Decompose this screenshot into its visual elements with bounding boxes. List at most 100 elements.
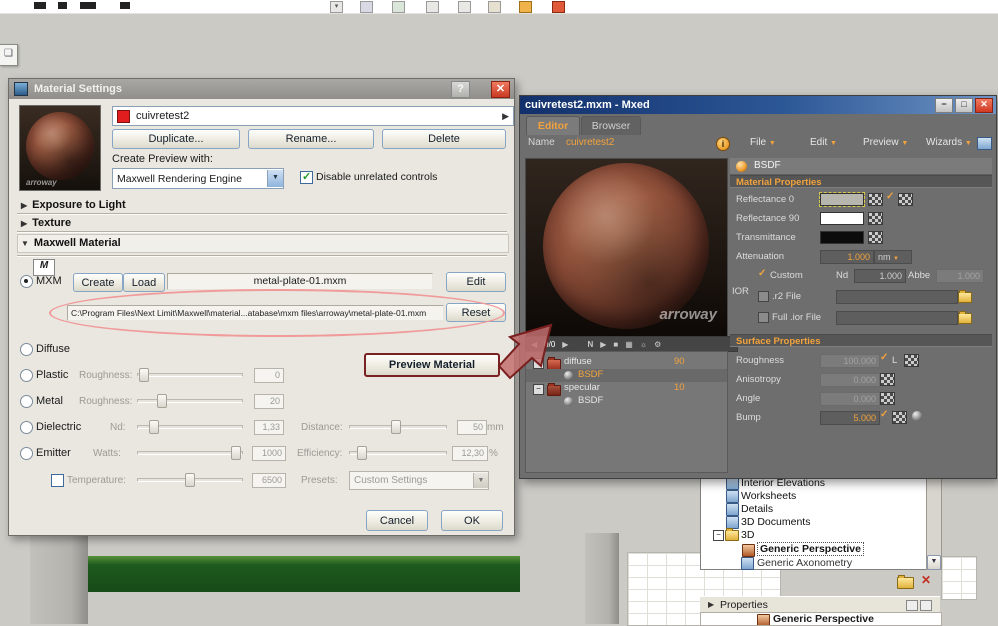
play-icon[interactable]: ▶	[600, 340, 606, 349]
r2-file-checkbox[interactable]	[758, 291, 769, 302]
check-icon[interactable]: ✓	[758, 268, 766, 279]
r2-file-field[interactable]	[836, 290, 958, 304]
light-icon[interactable]: ☼	[640, 340, 647, 349]
minimize-icon[interactable]: −	[935, 97, 953, 113]
tool-icon[interactable]	[458, 1, 471, 13]
orange-tool-icon[interactable]	[519, 1, 532, 13]
scroll-down-icon[interactable]: ▼	[927, 555, 941, 570]
layer-row-bsdf-selected[interactable]: BSDF	[526, 369, 727, 382]
cube-tool-icon[interactable]	[360, 1, 373, 13]
engine-dropdown[interactable]: Maxwell Rendering Engine ▼	[112, 168, 284, 189]
edit-button[interactable]: Edit	[446, 272, 506, 292]
red-tool-icon[interactable]	[552, 1, 565, 13]
presets-dropdown[interactable]: Custom Settings ▼	[349, 471, 489, 490]
texture-slot-icon[interactable]	[892, 411, 907, 424]
anisotropy-value[interactable]: 0.000	[820, 373, 880, 387]
settings-gear-icon[interactable]: ⚙	[654, 340, 661, 349]
ok-button[interactable]: OK	[441, 510, 503, 531]
create-button[interactable]: Create	[73, 273, 123, 292]
menu-preview[interactable]: Preview ▼	[863, 137, 908, 148]
temperature-slider[interactable]	[137, 472, 243, 487]
nav-item-generic-perspective[interactable]: Generic Perspective	[742, 542, 864, 557]
mxm-radio[interactable]	[20, 275, 33, 288]
mxm-path-box[interactable]: C:\Program Files\Next Limit\Maxwell\mate…	[67, 305, 444, 321]
browse-folder-icon[interactable]	[958, 290, 972, 303]
menu-file[interactable]: File ▼	[750, 137, 776, 148]
stop-icon[interactable]: ■	[613, 340, 618, 349]
slider-thumb[interactable]	[139, 368, 149, 382]
help-icon[interactable]: ?	[451, 81, 470, 98]
tab-editor[interactable]: Editor	[526, 116, 580, 135]
panel-icon[interactable]	[920, 600, 932, 611]
slider-thumb[interactable]	[149, 420, 159, 434]
metal-value[interactable]: 20	[254, 394, 284, 409]
full-ior-checkbox[interactable]	[758, 312, 769, 323]
next-frame-icon[interactable]: ▶	[562, 340, 568, 349]
menu-edit[interactable]: Edit ▼	[810, 137, 837, 148]
mxm-file-box[interactable]: metal-plate-01.mxm	[167, 273, 433, 290]
prev-frame-icon[interactable]: ◀	[531, 340, 537, 349]
distance-value[interactable]: 50	[457, 420, 487, 435]
emitter-radio[interactable]	[20, 447, 33, 460]
duplicate-button[interactable]: Duplicate...	[112, 129, 240, 149]
window-tool-icon[interactable]: ▾	[330, 1, 343, 13]
section-exposure[interactable]: ▶ Exposure to Light	[21, 199, 126, 211]
reflectance90-swatch[interactable]	[820, 212, 864, 225]
cancel-button[interactable]: Cancel	[366, 510, 428, 531]
plastic-roughness-slider[interactable]	[137, 367, 243, 382]
texture-slot-icon[interactable]	[904, 354, 919, 367]
nd-value[interactable]: 1,33	[254, 420, 284, 435]
slider-thumb[interactable]	[231, 446, 241, 460]
collapse-icon[interactable]: −	[533, 358, 544, 369]
check-icon[interactable]: ✓	[880, 352, 888, 363]
temperature-value[interactable]: 6500	[252, 473, 286, 488]
nav-item-generic-axonometry[interactable]: Generic Axonometry	[741, 557, 852, 570]
chevron-down-icon[interactable]: ▼	[473, 473, 488, 488]
save-icon[interactable]	[977, 137, 992, 150]
browse-folder-icon[interactable]	[958, 311, 972, 324]
distance-slider[interactable]	[349, 419, 447, 434]
check-icon[interactable]: ✓	[880, 409, 888, 420]
diffuse-radio[interactable]	[20, 343, 33, 356]
normal-map-icon[interactable]	[912, 411, 922, 421]
attenuation-value[interactable]: 1.000	[820, 250, 874, 264]
texture-slot-icon[interactable]	[868, 212, 883, 225]
angle-value[interactable]: 0.000	[820, 392, 880, 406]
normal-map-icon[interactable]: N	[587, 340, 593, 349]
attenuation-unit-dropdown[interactable]: nm ▼	[874, 250, 912, 264]
preview-material-button[interactable]: Preview Material	[364, 353, 500, 377]
dielectric-radio[interactable]	[20, 421, 33, 434]
nav-folder-button[interactable]	[897, 575, 914, 589]
tool-icon[interactable]	[426, 1, 439, 13]
navigator-scrollbar[interactable]: ▼	[926, 468, 942, 570]
slider-thumb[interactable]	[185, 473, 195, 487]
slider-thumb[interactable]	[357, 446, 367, 460]
roughness-value[interactable]: 100.000	[820, 354, 880, 368]
panel-icon[interactable]	[906, 600, 918, 611]
grid-icon[interactable]: ▦	[625, 340, 633, 349]
tool-icon[interactable]	[488, 1, 501, 13]
collapse-icon[interactable]: −	[713, 530, 724, 541]
transmittance-swatch[interactable]	[820, 231, 864, 244]
delete-button[interactable]: Delete	[382, 129, 506, 149]
efficiency-slider[interactable]	[349, 445, 447, 460]
tab-browser[interactable]: Browser	[581, 116, 641, 135]
slider-thumb[interactable]	[391, 420, 401, 434]
plastic-radio[interactable]	[20, 369, 33, 382]
nav-close-button[interactable]: ✕	[921, 573, 931, 587]
disable-controls-checkbox[interactable]	[300, 170, 313, 184]
section-texture[interactable]: ▶ Texture	[21, 217, 71, 229]
bump-value[interactable]: 5.000	[820, 411, 880, 425]
hidden-palette-tab[interactable]: ❏	[0, 44, 18, 66]
slider-thumb[interactable]	[157, 394, 167, 408]
flyout-arrow-icon[interactable]: ▶	[502, 111, 509, 122]
material-name-value[interactable]: cuivretest2	[566, 137, 614, 148]
efficiency-value[interactable]: 12,30	[452, 446, 488, 461]
mxed-titlebar[interactable]: cuivretest2.mxm - Mxed − □ ✕	[520, 96, 996, 114]
plastic-value[interactable]: 0	[254, 368, 284, 383]
collapse-icon[interactable]: −	[533, 384, 544, 395]
bsdf-node-row[interactable]: BSDF	[730, 158, 992, 175]
texture-slot-icon[interactable]	[868, 193, 883, 206]
nav-item-3d[interactable]: − 3D	[713, 528, 754, 541]
mxed-material-preview[interactable]: arroway	[525, 158, 728, 338]
